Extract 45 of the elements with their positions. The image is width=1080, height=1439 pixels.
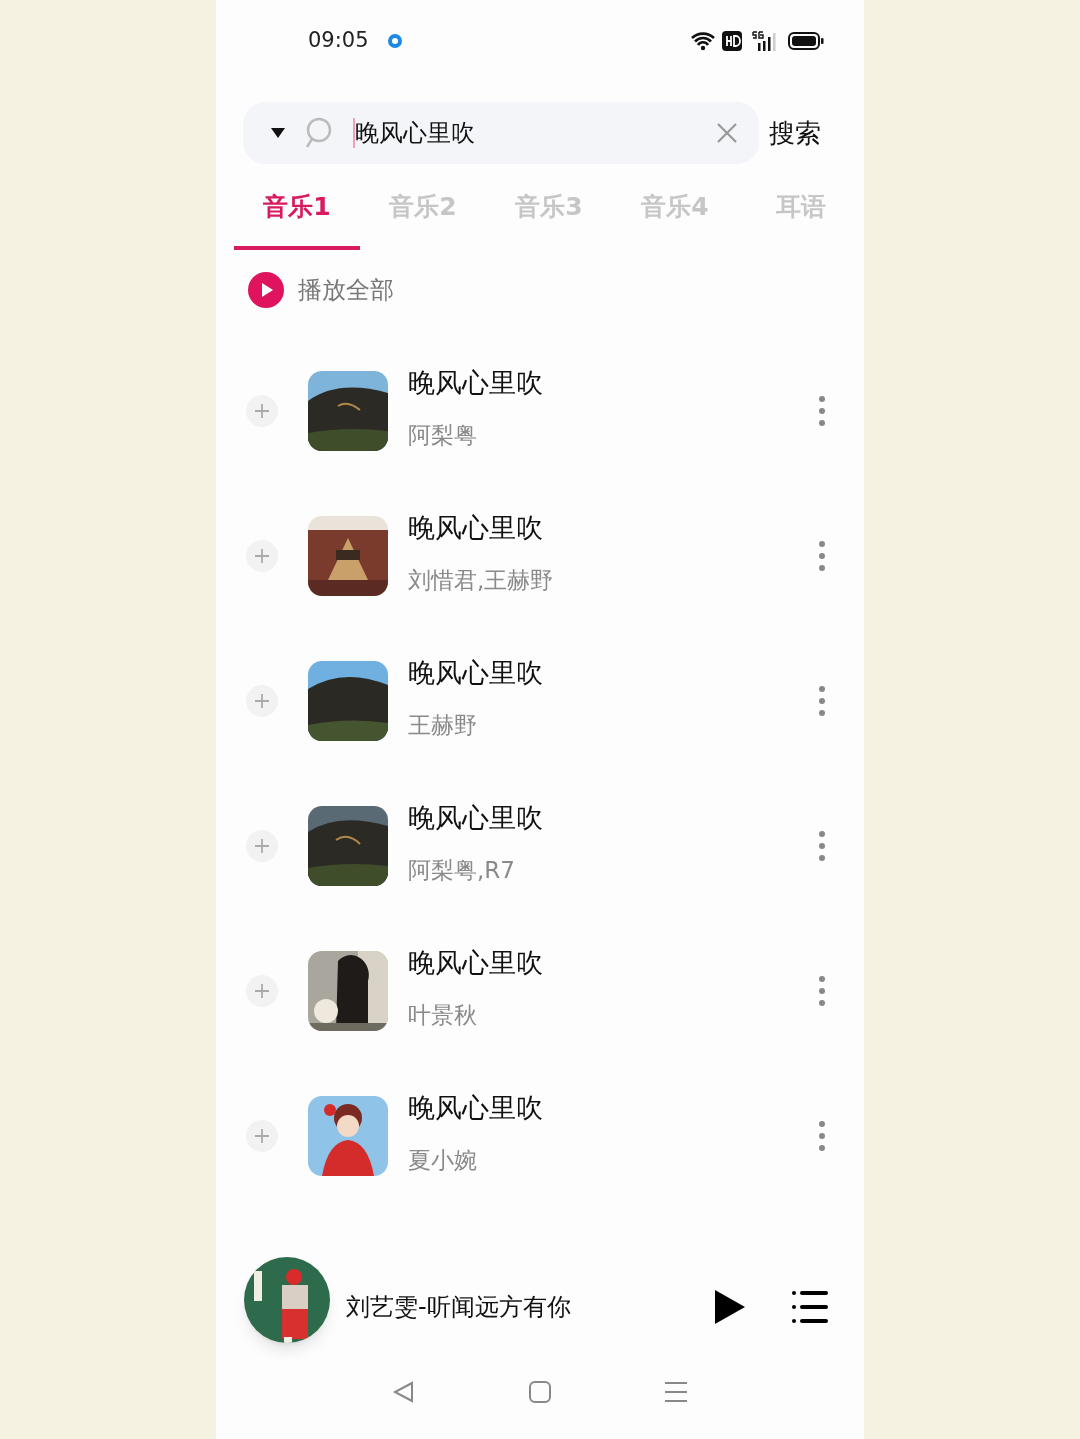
add-icon[interactable]: [246, 1119, 278, 1152]
more-icon[interactable]: [818, 974, 826, 1007]
more-icon[interactable]: [818, 684, 826, 717]
playlist-icon[interactable]: [792, 1290, 828, 1324]
add-icon[interactable]: [246, 974, 278, 1007]
tab[interactable]: 音乐1: [234, 188, 360, 250]
play-all-icon[interactable]: [248, 272, 284, 308]
signal-icon: [752, 30, 778, 52]
song-artist: 阿梨粤: [408, 420, 478, 450]
back-icon[interactable]: [392, 1380, 416, 1404]
song-title[interactable]: 晚风心里吹: [408, 1090, 818, 1125]
search-text: 晚风心里吹: [355, 118, 475, 149]
clear-icon[interactable]: [715, 121, 739, 145]
add-icon[interactable]: [246, 539, 278, 572]
song-title[interactable]: 晚风心里吹: [408, 945, 818, 980]
search-field[interactable]: 晚风心里吹: [243, 102, 759, 164]
status-time: 09:05: [308, 27, 369, 55]
add-icon[interactable]: [246, 394, 278, 427]
more-icon[interactable]: [818, 1119, 826, 1152]
add-icon[interactable]: [246, 829, 278, 862]
song-artist: 叶景秋: [408, 1000, 478, 1030]
recents-icon[interactable]: [664, 1380, 688, 1404]
play-all-label[interactable]: 播放全部: [298, 272, 394, 308]
more-icon[interactable]: [818, 539, 826, 572]
hd-icon: [722, 31, 742, 51]
more-icon[interactable]: [818, 394, 826, 427]
song-artist: 刘惜君,王赫野: [408, 565, 555, 595]
song-title[interactable]: 晚风心里吹: [408, 365, 818, 400]
search-icon: [303, 116, 333, 150]
song-title[interactable]: 晚风心里吹: [408, 800, 818, 835]
song-artist: 夏小婉: [408, 1145, 478, 1175]
now-playing-title: 刘艺雯-听闻远方有你: [346, 1292, 572, 1323]
more-icon[interactable]: [818, 829, 826, 862]
wifi-icon: [690, 31, 716, 51]
add-icon[interactable]: [246, 684, 278, 717]
song-artist: 阿梨粤,R7: [408, 855, 516, 885]
song-artist: 王赫野: [408, 710, 478, 740]
play-icon[interactable]: [714, 1289, 746, 1325]
song-title[interactable]: 晚风心里吹: [408, 510, 818, 545]
battery-icon: [788, 31, 824, 51]
home-icon[interactable]: [528, 1380, 552, 1404]
dropdown-caret-icon[interactable]: [271, 128, 285, 138]
song-title[interactable]: 晚风心里吹: [408, 655, 818, 690]
notification-dot-icon: [386, 33, 403, 49]
search-button[interactable]: 搜索: [767, 113, 823, 153]
